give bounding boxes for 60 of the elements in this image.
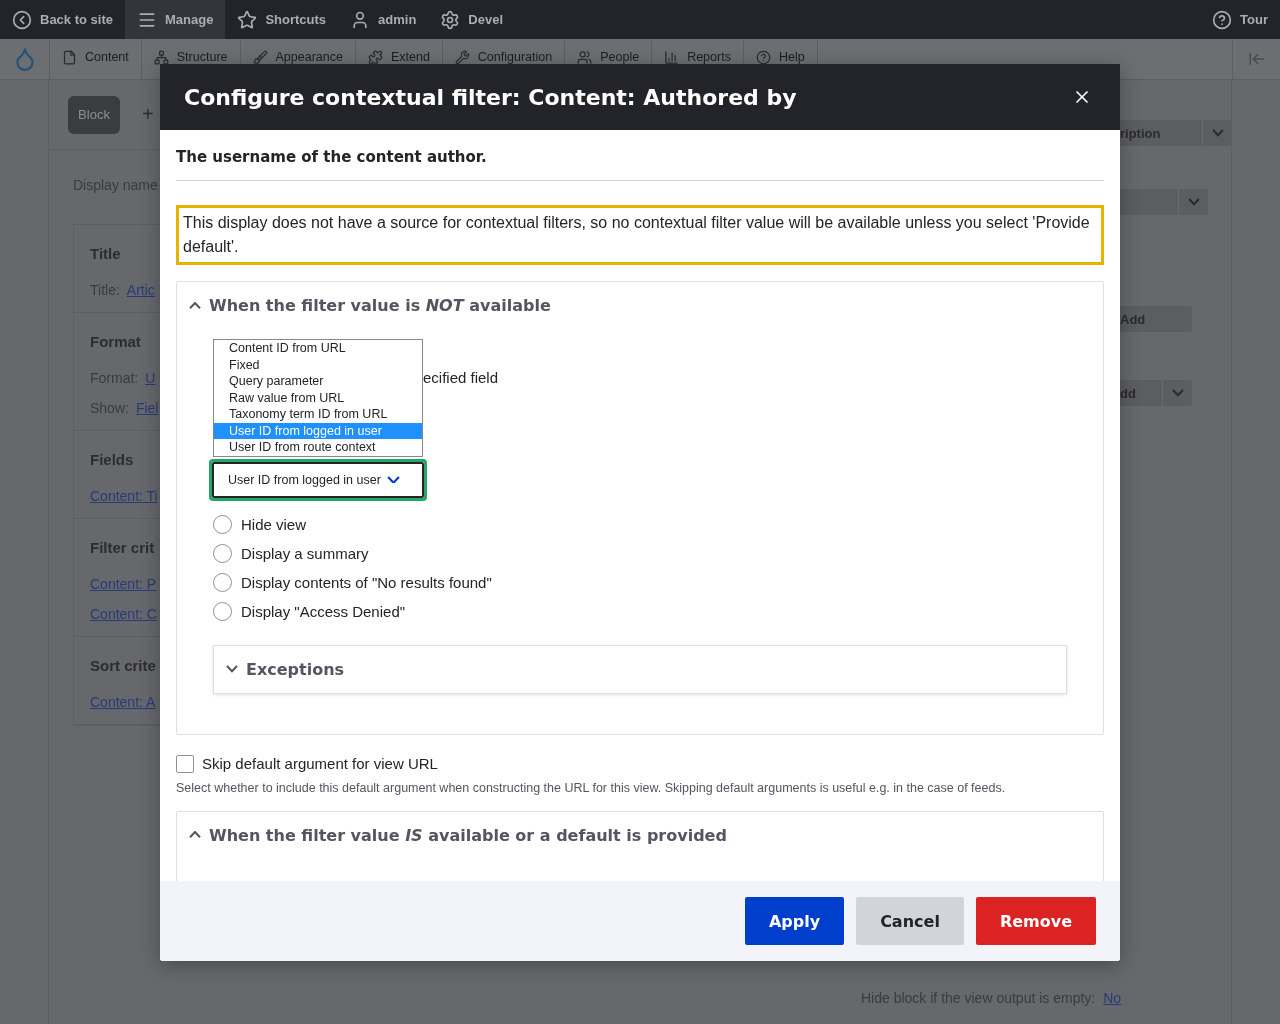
toolbar-tab[interactable]: Shortcuts [225,0,339,39]
section-title: Filter crit [90,539,156,556]
dialog-button[interactable]: Cancel [856,897,964,945]
chevron-down-icon [1171,389,1184,397]
toolbar-tab[interactable]: Back to site [0,0,125,39]
select-field[interactable]: User ID from logged in user [212,461,424,498]
chevron-down-icon [1187,198,1200,206]
chevron-up-icon [189,831,201,839]
section-title: Fields [90,451,135,468]
radio-button[interactable] [213,543,232,563]
radio-label: Display contents of "No results found" [241,573,492,591]
file-icon [62,50,77,65]
star-icon [237,9,258,30]
field-description: The username of the content author. [176,148,1104,181]
details-summary[interactable]: When the filter value IS available or a default is provided [177,811,1103,859]
checkbox-label: Skip default argument for view URL [202,755,438,772]
setting-link[interactable]: Content: P [90,576,157,592]
display-tab[interactable]: Block [68,95,120,134]
setting-link[interactable]: No [1103,990,1122,1006]
radio-button[interactable] [213,572,232,592]
setting-link[interactable]: Artic [126,282,155,298]
setting-link[interactable]: Content: A [90,694,156,710]
help-text: Select whether to include this default argument when constructing the URL for this view. Skipping default arguments is useful e.g. in the case of feeds. [176,780,1007,795]
settings-icon [440,9,461,30]
radio-button[interactable] [213,601,232,621]
add-mark[interactable]: + [142,103,154,126]
details-title: Exceptions [246,659,345,679]
radio-label: Display "Access Denied" [241,602,406,620]
chevron-down-icon [1211,129,1224,137]
radio-button[interactable] [213,514,232,534]
setting-link[interactable]: Content: C [90,606,157,622]
radio-label: Display a summary [241,544,369,562]
toolbar-tab[interactable]: admin [338,0,429,39]
section-title: Format [90,333,142,350]
section-title: Sort crite [90,657,157,674]
tour-button[interactable]: Tour [1200,0,1280,39]
dialog-button[interactable]: Apply [744,897,845,945]
setting-link[interactable]: Content: Ti [90,488,158,504]
section-title: Title [90,245,122,262]
radio-label: ecified field [423,369,499,386]
admin-menu-item[interactable]: Content [50,39,142,79]
collapse-icon[interactable] [1247,50,1266,68]
details-summary[interactable]: Exceptions [214,645,1066,693]
dialog-button[interactable]: Remove [975,897,1096,945]
help-icon [1212,9,1233,30]
details-summary[interactable]: When the filter value is NOT available [177,282,1103,329]
details-title: When the filter value IS available or a default is provided [209,825,727,845]
details-title: When the filter value is NOT available [209,296,551,315]
radio-label: Hide view [241,515,307,533]
chevron-down-icon [226,665,238,673]
chevron-up-icon [189,301,201,310]
toolbar-tab[interactable]: Devel [428,0,516,39]
chevron-down-icon [386,475,400,484]
setting-link[interactable]: Fiel [135,400,159,416]
checkbox[interactable] [176,754,194,773]
back-icon [12,9,32,30]
setting-link[interactable]: U [145,370,156,386]
toolbar-tab[interactable]: Manage [125,0,226,39]
warning-message: This display does not have a source for contextual filters, so no contextual filter value will be available unless you select 'Provide default'. [176,205,1104,265]
dialog-title: Configure contextual filter: Content: Authored by [184,84,798,110]
